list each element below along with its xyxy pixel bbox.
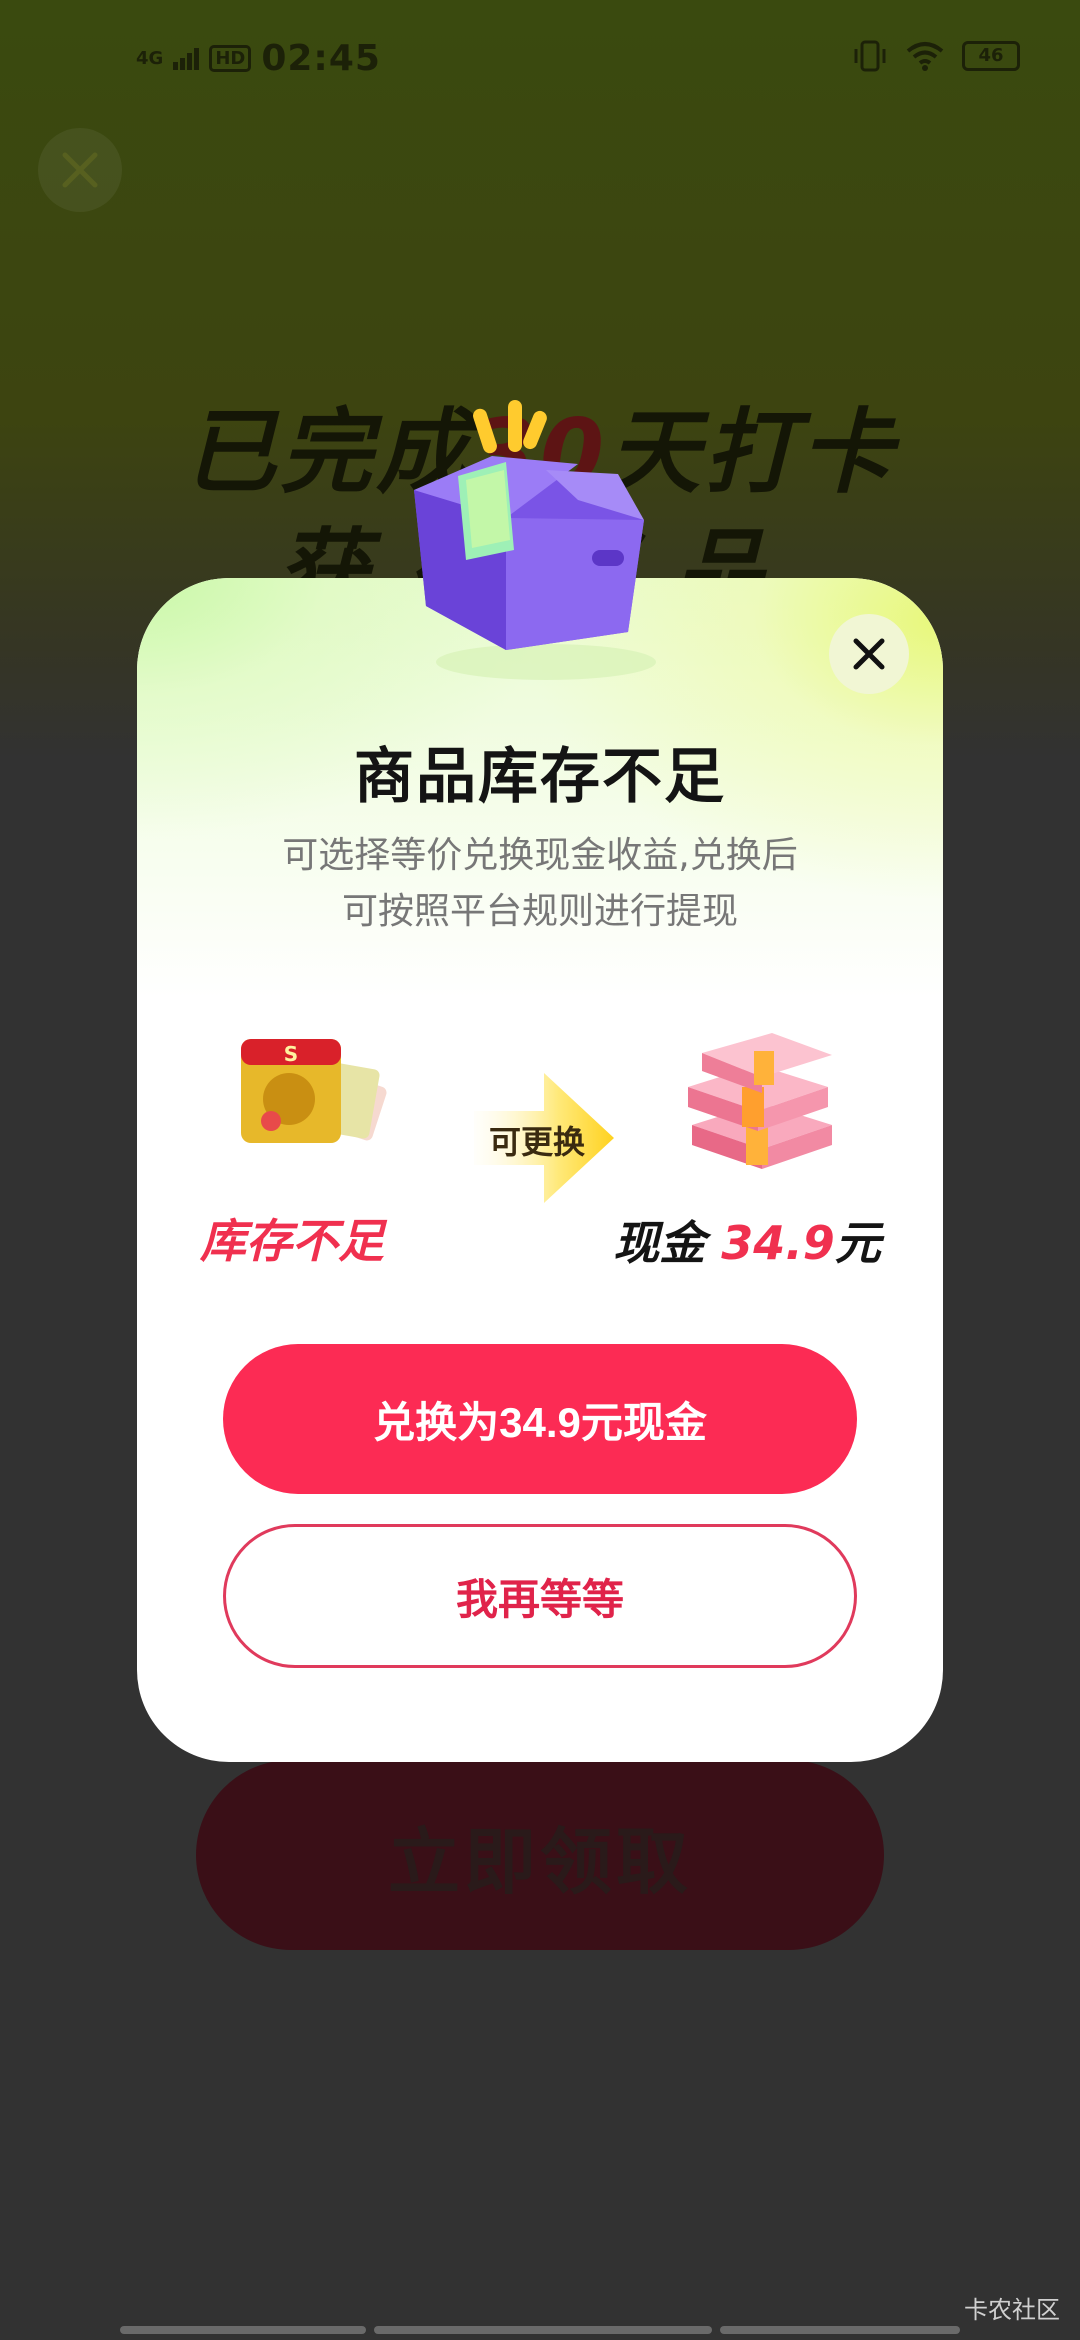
background-close-button [38,128,122,212]
arrow-label: 可更换 [488,1123,585,1161]
dialog-description: 可选择等价兑换现金收益,兑换后 可按照平台规则进行提现 [197,828,883,940]
status-left: 4G HD 02:45 [136,38,381,79]
signal-icon [173,47,200,70]
stock-shortage-label: 库存不足 [200,1214,384,1268]
stock-shortage-dialog: 商品库存不足 可选择等价兑换现金收益,兑换后 可按照平台规则进行提现 S 可更换… [137,578,943,1762]
hd-badge: HD [209,45,252,72]
snack-product-image: S [241,1039,387,1143]
cash-amount: 34.9 [721,1216,835,1270]
vibrate-icon [854,40,886,72]
cash-label-prefix: 现金 [613,1216,706,1270]
wait-button[interactable]: 我再等等 [223,1524,857,1668]
cash-stack-image [688,1033,832,1169]
gift-box-icon [414,400,656,680]
exchange-illustration: S 可更换 库存不足 现金 34.9元 [137,1033,943,1353]
network-signal-label: 4G [136,47,164,69]
watermark: 卡农社区 [964,2296,1060,2324]
nav-segment [374,2326,712,2334]
clock: 02:45 [261,38,381,79]
cash-label-suffix: 元 [834,1216,881,1270]
exchange-cash-button[interactable]: 兑换为34.9元现金 [223,1344,857,1494]
close-icon [62,152,98,188]
dialog-title: 商品库存不足 [354,742,726,812]
cash-value-label: 现金 34.9元 [607,1207,887,1273]
nav-segment [120,2326,366,2334]
nav-segment [720,2326,960,2334]
dialog-description-line1: 可选择等价兑换现金收益,兑换后 [282,835,798,876]
battery-icon: 46 [962,41,1020,71]
status-bar: 4G HD 02:45 46 [0,0,1080,120]
wifi-icon [906,42,944,71]
background-claim-button: 立即领取 [196,1760,884,1950]
svg-text:S: S [284,1042,298,1066]
dialog-close-button[interactable] [829,614,909,694]
close-icon [853,638,885,670]
status-right: 46 [852,40,1020,72]
gesture-navigation-bar[interactable] [120,2326,962,2334]
dialog-description-line2: 可按照平台规则进行提现 [341,891,738,932]
